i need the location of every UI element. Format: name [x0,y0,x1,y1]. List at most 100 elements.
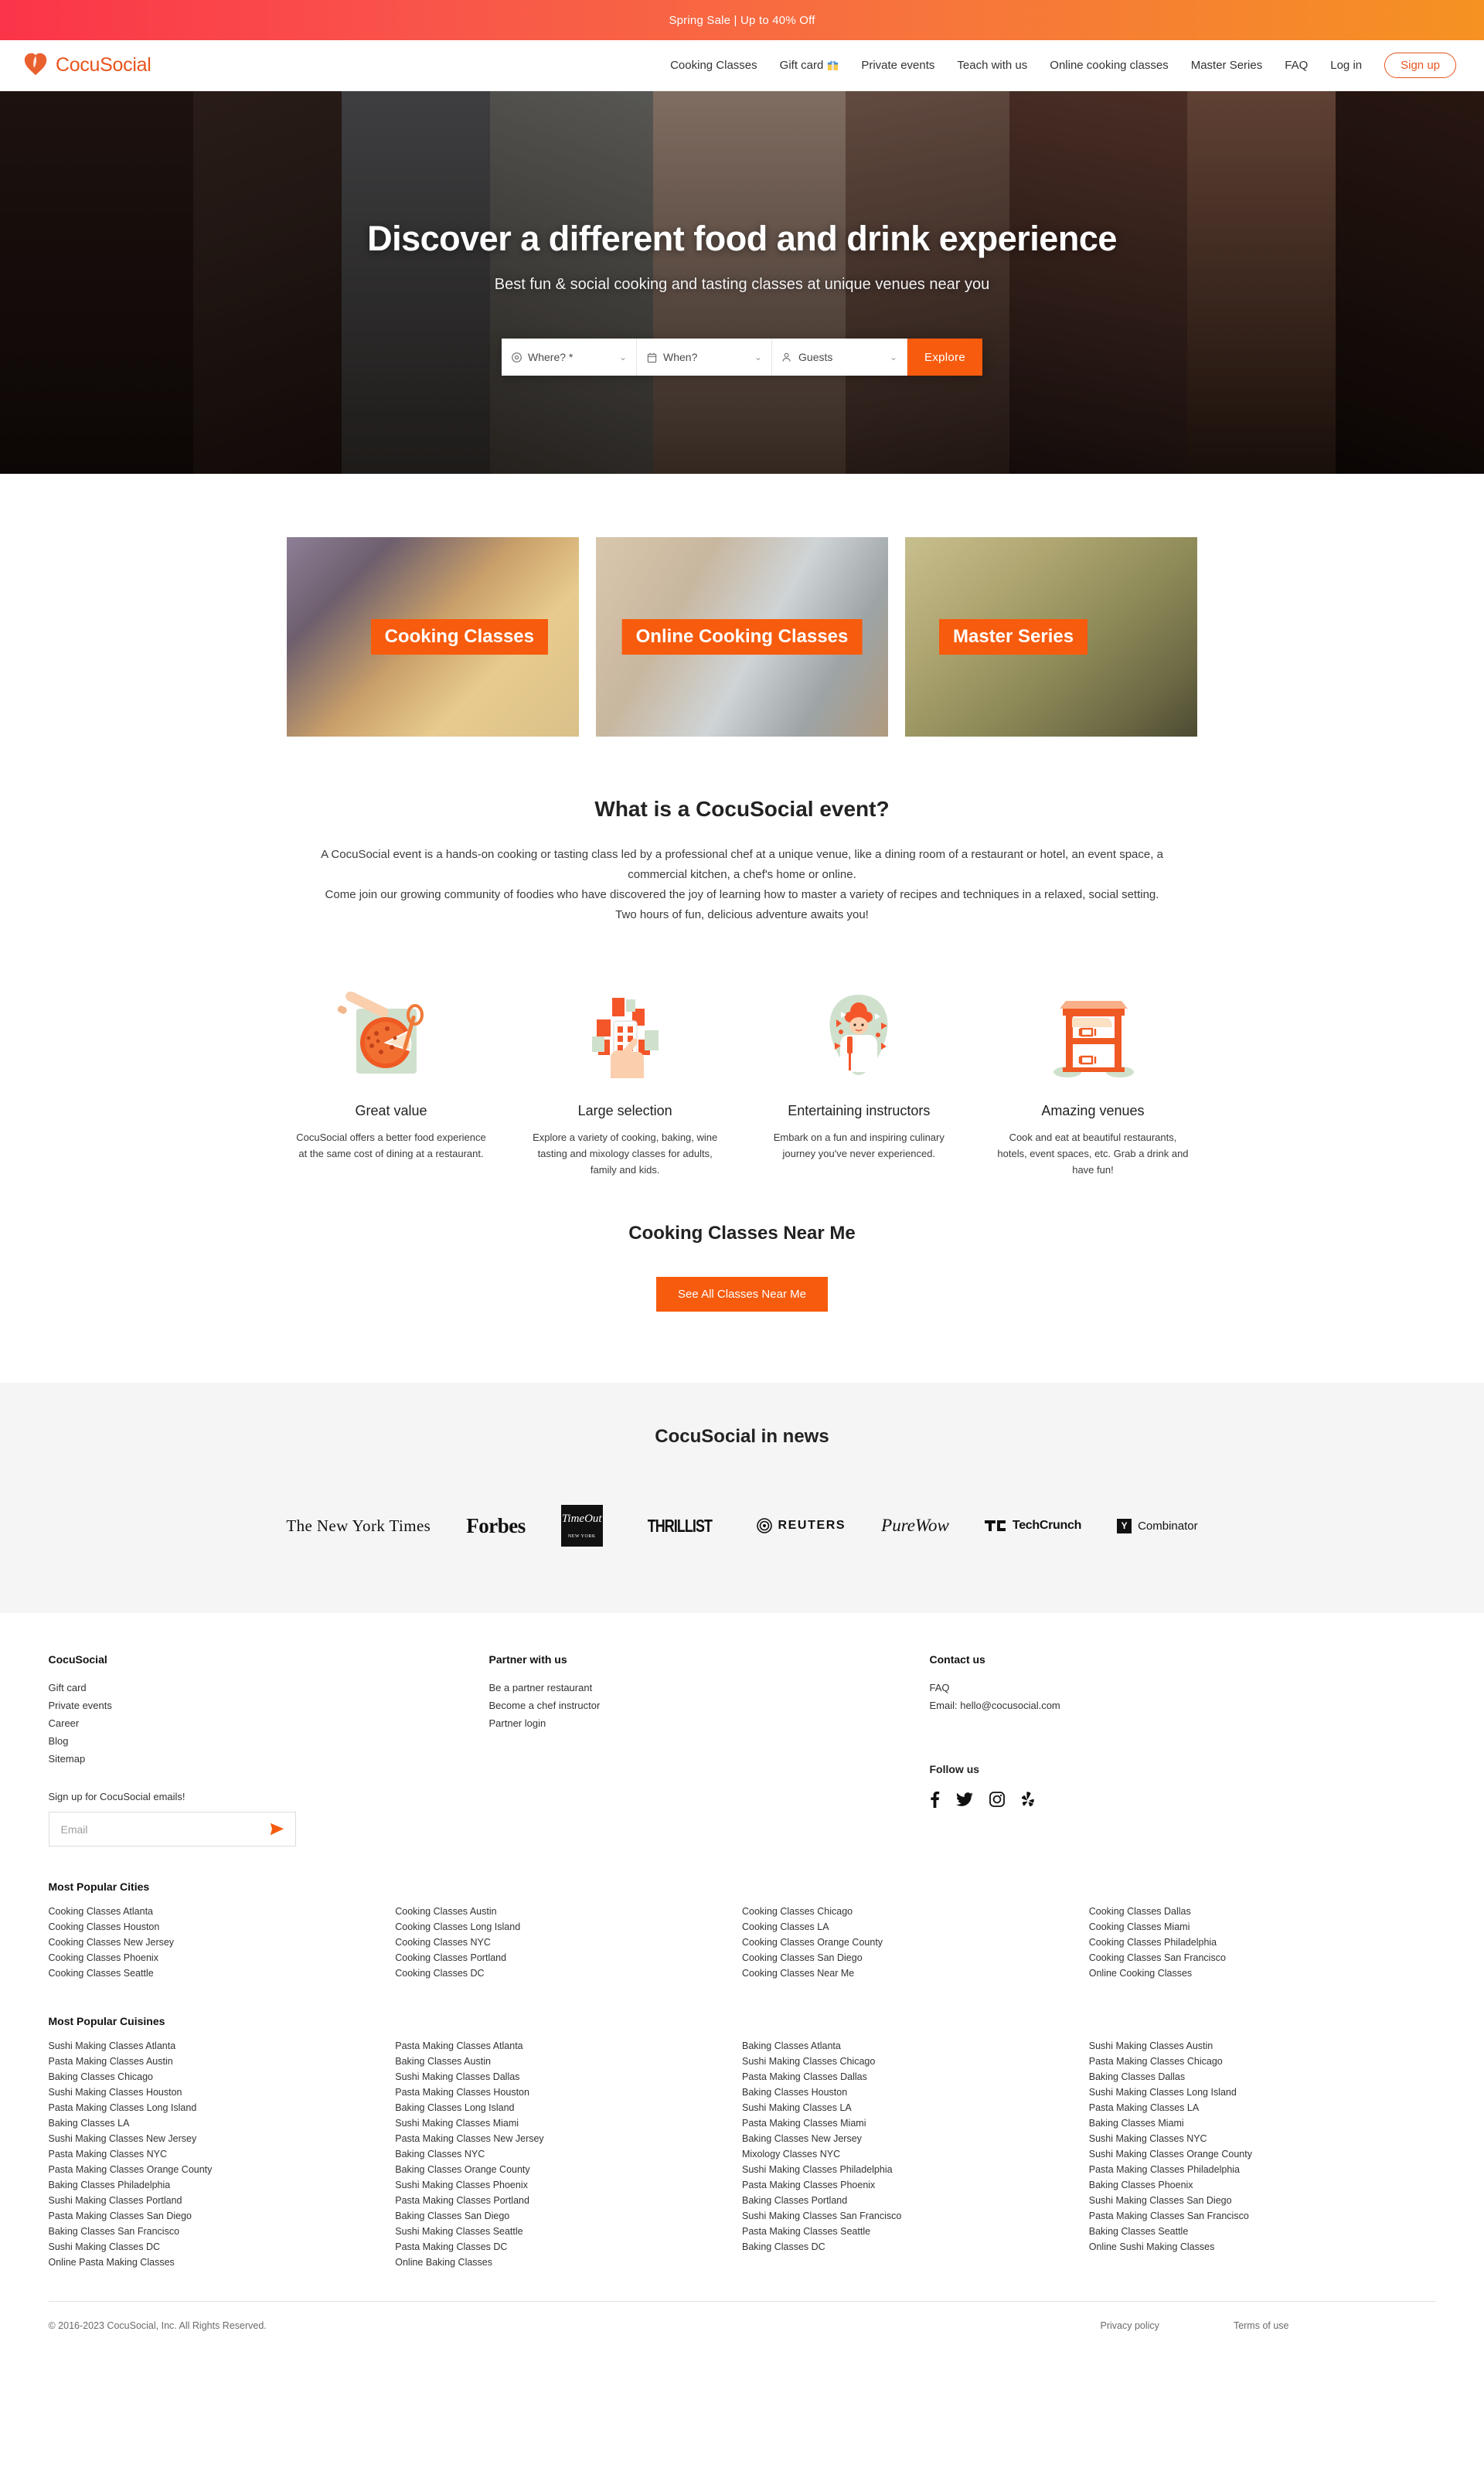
city-link[interactable]: Cooking Classes Phoenix [49,1950,396,1966]
cuisine-link[interactable]: Pasta Making Classes Orange County [49,2162,396,2177]
nav-online-cooking-classes[interactable]: Online cooking classes [1050,59,1168,72]
city-link[interactable]: Cooking Classes DC [395,1966,742,1981]
nav-faq[interactable]: FAQ [1285,59,1308,72]
city-link[interactable]: Cooking Classes Austin [395,1904,742,1919]
techcrunch-logo[interactable]: TechCrunch [984,1519,1081,1533]
explore-button[interactable]: Explore [907,339,982,376]
the-new-york-times-logo[interactable]: The New York Times [286,1516,431,1536]
city-link[interactable]: Cooking Classes Portland [395,1950,742,1966]
search-when-field[interactable]: When? ⌄ [637,339,773,376]
category-card-online-cooking-classes[interactable]: Online Cooking Classes [596,537,888,737]
cuisine-link[interactable]: Baking Classes Houston [742,2085,1089,2100]
search-guests-field[interactable]: Guests ⌄ [772,339,908,376]
cuisine-link[interactable]: Pasta Making Classes Atlanta [395,2038,742,2054]
cuisine-link[interactable]: Baking Classes Orange County [395,2162,742,2177]
cuisine-link[interactable]: Sushi Making Classes Atlanta [49,2038,396,2054]
footer-link-blog[interactable]: Blog [49,1732,489,1750]
cuisine-link[interactable]: Online Baking Classes [395,2255,742,2270]
cuisine-link[interactable]: Pasta Making Classes Houston [395,2085,742,2100]
cuisine-link[interactable]: Sushi Making Classes Philadelphia [742,2162,1089,2177]
cuisine-link[interactable]: Baking Classes Long Island [395,2100,742,2115]
cuisine-link[interactable]: Baking Classes Chicago [49,2069,396,2085]
city-link[interactable]: Cooking Classes Dallas [1089,1904,1436,1919]
city-link[interactable]: Online Cooking Classes [1089,1966,1436,1981]
cuisine-link[interactable]: Pasta Making Classes Philadelphia [1089,2162,1436,2177]
cuisine-link[interactable]: Sushi Making Classes Portland [49,2193,396,2208]
cuisine-link[interactable]: Sushi Making Classes Long Island [1089,2085,1436,2100]
cuisine-link[interactable]: Baking Classes New Jersey [742,2131,1089,2146]
cuisine-link[interactable]: Sushi Making Classes Orange County [1089,2146,1436,2162]
cuisine-link[interactable]: Online Sushi Making Classes [1089,2239,1436,2255]
cuisine-link[interactable]: Pasta Making Classes NYC [49,2146,396,2162]
facebook-icon[interactable] [930,1791,940,1808]
city-link[interactable]: Cooking Classes Atlanta [49,1904,396,1919]
cuisine-link[interactable]: Sushi Making Classes DC [49,2239,396,2255]
city-link[interactable]: Cooking Classes Orange County [742,1935,1089,1950]
city-link[interactable]: Cooking Classes San Francisco [1089,1950,1436,1966]
cuisine-link[interactable]: Pasta Making Classes Dallas [742,2069,1089,2085]
cuisine-link[interactable]: Pasta Making Classes San Francisco [1089,2208,1436,2224]
cuisine-link[interactable]: Baking Classes LA [49,2115,396,2131]
cuisine-link[interactable]: Sushi Making Classes Houston [49,2085,396,2100]
twitter-icon[interactable] [955,1792,973,1807]
footer-link-gift-card[interactable]: Gift card [49,1679,489,1697]
footer-link-private-events[interactable]: Private events [49,1697,489,1714]
cuisine-link[interactable]: Baking Classes San Francisco [49,2224,396,2239]
cuisine-link[interactable]: Pasta Making Classes Miami [742,2115,1089,2131]
city-link[interactable]: Cooking Classes New Jersey [49,1935,396,1950]
cuisine-link[interactable]: Baking Classes NYC [395,2146,742,2162]
cuisine-link[interactable]: Baking Classes San Diego [395,2208,742,2224]
nav-master-series[interactable]: Master Series [1191,59,1263,72]
cuisine-link[interactable]: Mixology Classes NYC [742,2146,1089,2162]
cuisine-link[interactable]: Pasta Making Classes Chicago [1089,2054,1436,2069]
forbes-logo[interactable]: Forbes [466,1514,526,1538]
reuters-logo[interactable]: REUTERS [756,1518,846,1533]
email-input[interactable] [59,1822,268,1836]
timeout-logo[interactable]: TimeOut NEW YORK [560,1505,603,1547]
cuisine-link[interactable]: Pasta Making Classes Long Island [49,2100,396,2115]
footer-link-sitemap[interactable]: Sitemap [49,1750,489,1768]
cuisine-link[interactable]: Pasta Making Classes LA [1089,2100,1436,2115]
footer-link-become-a-chef-instructor[interactable]: Become a chef instructor [489,1697,930,1714]
nav-cooking-classes[interactable]: Cooking Classes [670,59,757,72]
footer-link-career[interactable]: Career [49,1714,489,1732]
category-card-cooking-classes[interactable]: Cooking Classes [287,537,579,737]
cuisine-link[interactable]: Baking Classes Dallas [1089,2069,1436,2085]
city-link[interactable]: Cooking Classes Long Island [395,1919,742,1935]
cuisine-link[interactable]: Pasta Making Classes Portland [395,2193,742,2208]
city-link[interactable]: Cooking Classes Seattle [49,1966,396,1981]
terms-of-use-link[interactable]: Terms of use [1234,2320,1289,2331]
cuisine-link[interactable]: Online Pasta Making Classes [49,2255,396,2270]
cuisine-link[interactable]: Baking Classes Philadelphia [49,2177,396,2193]
cuisine-link[interactable]: Baking Classes Atlanta [742,2038,1089,2054]
cuisine-link[interactable]: Baking Classes Portland [742,2193,1089,2208]
cuisine-link[interactable]: Baking Classes DC [742,2239,1089,2255]
city-link[interactable]: Cooking Classes Chicago [742,1904,1089,1919]
search-where-field[interactable]: Where? * ⌄ [502,339,638,376]
cuisine-link[interactable]: Sushi Making Classes Austin [1089,2038,1436,2054]
cuisine-link[interactable]: Sushi Making Classes Seattle [395,2224,742,2239]
y-combinator-logo[interactable]: Y Combinator [1117,1518,1198,1533]
cuisine-link[interactable]: Baking Classes Seattle [1089,2224,1436,2239]
brand-logo-link[interactable]: CocuSocial [22,52,151,80]
cuisine-link[interactable]: Baking Classes Austin [395,2054,742,2069]
cuisine-link[interactable]: Pasta Making Classes Seattle [742,2224,1089,2239]
category-card-master-series[interactable]: Master Series [905,537,1197,737]
footer-link-partner-login[interactable]: Partner login [489,1714,930,1732]
cuisine-link[interactable]: Sushi Making Classes Dallas [395,2069,742,2085]
promo-banner[interactable]: Spring Sale | Up to 40% Off [0,0,1484,40]
nav-private-events[interactable]: Private events [861,59,934,72]
cuisine-link[interactable]: Sushi Making Classes San Francisco [742,2208,1089,2224]
footer-link-be-a-partner-restaurant[interactable]: Be a partner restaurant [489,1679,930,1697]
city-link[interactable]: Cooking Classes San Diego [742,1950,1089,1966]
cuisine-link[interactable]: Sushi Making Classes Miami [395,2115,742,2131]
nav-gift-card[interactable]: Gift card [780,59,839,72]
cuisine-link[interactable]: Pasta Making Classes Austin [49,2054,396,2069]
city-link[interactable]: Cooking Classes Near Me [742,1966,1089,1981]
cuisine-link[interactable]: Baking Classes Phoenix [1089,2177,1436,2193]
city-link[interactable]: Cooking Classes Miami [1089,1919,1436,1935]
footer-link-faq[interactable]: FAQ [930,1679,1394,1697]
cuisine-link[interactable]: Sushi Making Classes San Diego [1089,2193,1436,2208]
nav-log-in[interactable]: Log in [1330,59,1362,72]
cuisine-link[interactable]: Pasta Making Classes Phoenix [742,2177,1089,2193]
